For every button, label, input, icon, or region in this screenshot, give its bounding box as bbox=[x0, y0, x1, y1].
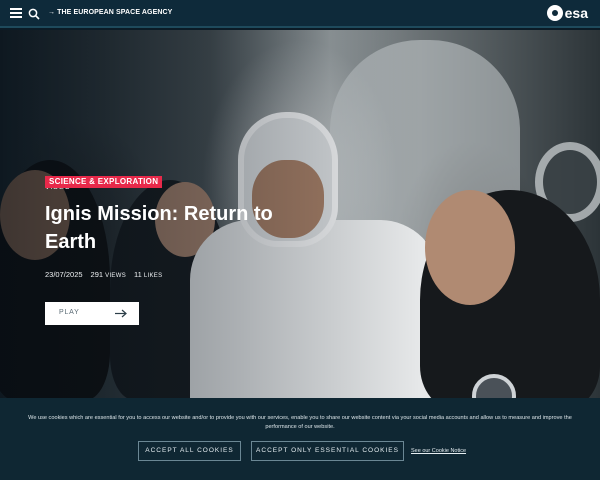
esa-logo-mark-icon bbox=[546, 5, 563, 21]
views-label: VIEWS bbox=[105, 273, 126, 279]
cookie-banner: We use cookies which are essential for y… bbox=[0, 398, 600, 480]
likes-count: 11 bbox=[134, 270, 142, 279]
hamburger-icon[interactable] bbox=[10, 8, 22, 18]
arrow-right-icon bbox=[115, 309, 127, 318]
play-button-label: PLAY bbox=[59, 309, 80, 316]
video-meta: 23/07/2025 291 VIEWS 11 LIKES bbox=[45, 270, 162, 279]
views-count: 291 bbox=[90, 270, 104, 279]
top-navigation-bar: → THE EUROPEAN SPACE AGENCY esa bbox=[0, 0, 600, 28]
likes-label: LIKES bbox=[143, 273, 163, 279]
publish-date: 23/07/2025 bbox=[45, 270, 83, 279]
cookie-message: We use cookies which are essential for y… bbox=[28, 415, 572, 430]
video-title: Ignis Mission: Return to Earth bbox=[45, 203, 273, 253]
accept-essential-cookies-button[interactable]: ACCEPT ONLY ESSENTIAL COOKIES bbox=[251, 441, 404, 461]
play-button[interactable]: PLAY bbox=[45, 302, 139, 325]
accept-all-cookies-button[interactable]: ACCEPT ALL COOKIES bbox=[138, 441, 241, 461]
search-icon[interactable] bbox=[28, 7, 40, 20]
likes-stat: 11 LIKES bbox=[134, 270, 162, 279]
esa-logo-text: esa bbox=[564, 5, 588, 21]
category-tag[interactable]: SCIENCE & EXPLORATION bbox=[45, 176, 163, 188]
agency-name-link[interactable]: → THE EUROPEAN SPACE AGENCY bbox=[48, 9, 172, 16]
views-stat: 291 VIEWS bbox=[91, 270, 126, 279]
esa-logo[interactable]: esa bbox=[546, 5, 588, 21]
cookie-notice-link[interactable]: See our Cookie Notice bbox=[411, 448, 466, 454]
